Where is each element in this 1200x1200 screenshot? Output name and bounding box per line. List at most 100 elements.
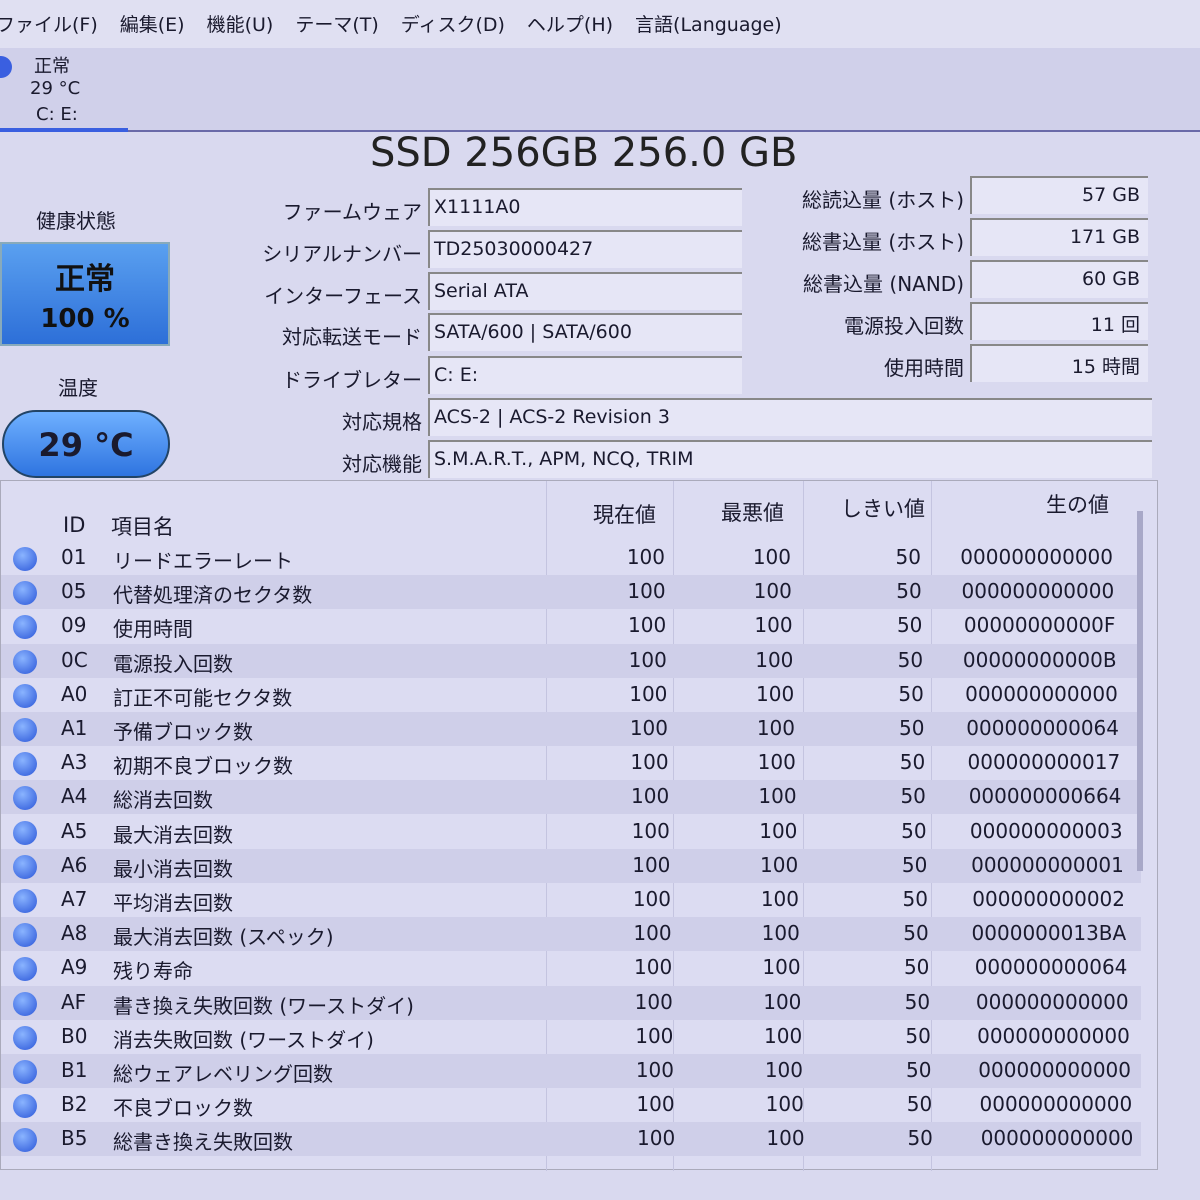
stat-value: 15 時間 xyxy=(970,344,1148,382)
col-header-name[interactable]: 項目名 xyxy=(111,511,174,541)
attr-threshold: 50 xyxy=(906,1058,932,1082)
attr-worst: 100 xyxy=(763,989,802,1014)
smart-table: ID 項目名 現在値 最悪値 しきい値 生の値 01 リードエラーレート 100… xyxy=(0,480,1158,1171)
table-row[interactable]: A6 最小消去回数 100 100 50 000000000001 xyxy=(1,848,1141,883)
attr-id: B5 xyxy=(61,1126,88,1151)
status-dot-icon xyxy=(13,581,37,606)
attr-threshold: 50 xyxy=(905,1023,931,1048)
status-dot-icon xyxy=(13,889,37,913)
attr-worst: 100 xyxy=(760,852,799,877)
attr-threshold: 50 xyxy=(907,1126,933,1151)
table-row[interactable]: A4 総消去回数 100 100 50 000000000664 xyxy=(1,780,1141,815)
info-value: X1111A0 xyxy=(428,188,742,226)
attr-id: A5 xyxy=(61,818,88,843)
menu-theme[interactable]: テーマ(T) xyxy=(295,10,378,48)
col-header-raw[interactable]: 生の値 xyxy=(1046,489,1109,519)
status-dot-icon xyxy=(13,854,37,879)
attr-id: 09 xyxy=(61,613,87,638)
stat-value: 11 回 xyxy=(970,302,1148,340)
table-row[interactable]: 01 リードエラーレート 100 100 50 000000000000 xyxy=(1,541,1141,575)
stat-value: 171 GB xyxy=(970,218,1148,256)
attr-current: 100 xyxy=(635,1058,674,1082)
table-row[interactable]: A7 平均消去回数 100 100 50 000000000002 xyxy=(1,883,1141,917)
table-row[interactable]: A1 予備ブロック数 100 100 50 000000000064 xyxy=(1,712,1141,746)
attr-current: 100 xyxy=(636,1092,675,1117)
drive-tab-status: 正常 xyxy=(34,56,70,77)
attr-current: 100 xyxy=(632,887,671,911)
menu-file[interactable]: ファイル(F) xyxy=(0,10,98,48)
table-row[interactable]: B0 消去失敗回数 (ワーストダイ) 100 100 50 0000000000… xyxy=(1,1020,1141,1054)
table-row[interactable]: A5 最大消去回数 100 100 50 000000000003 xyxy=(1,815,1141,849)
attr-threshold: 50 xyxy=(903,955,930,980)
menu-help[interactable]: ヘルプ(H) xyxy=(527,10,613,48)
attr-raw: 000000000000 xyxy=(978,1058,1131,1082)
table-row[interactable]: B5 総書き換え失敗回数 100 100 50 000000000000 xyxy=(1,1122,1141,1157)
attr-name: 最大消去回数 xyxy=(113,822,233,847)
status-dot-icon xyxy=(13,718,37,742)
table-row[interactable]: B1 総ウェアレベリング回数 100 100 50 000000000000 xyxy=(1,1054,1141,1088)
col-header-worst[interactable]: 最悪値 xyxy=(721,497,784,527)
scrollbar[interactable] xyxy=(1137,511,1143,871)
table-row[interactable]: A0 訂正不可能セクタ数 100 100 50 000000000000 xyxy=(1,678,1141,712)
attr-id: 05 xyxy=(61,579,87,604)
col-header-threshold[interactable]: しきい値 xyxy=(841,493,925,523)
attr-threshold: 50 xyxy=(896,579,922,604)
stat-value: 60 GB xyxy=(970,260,1148,298)
menu-disk[interactable]: ディスク(D) xyxy=(401,10,505,48)
menu-function[interactable]: 機能(U) xyxy=(207,10,274,48)
drive-tab[interactable]: 正常 29 °C C: E: xyxy=(0,48,1200,132)
table-row[interactable]: A9 残り寿命 100 100 50 000000000064 xyxy=(1,951,1141,985)
attr-worst: 100 xyxy=(753,579,792,604)
col-header-current[interactable]: 現在値 xyxy=(593,499,656,529)
attr-id: A6 xyxy=(61,852,88,877)
attr-raw: 000000000000 xyxy=(980,1126,1134,1151)
table-row[interactable]: A3 初期不良ブロック数 100 100 50 000000000017 xyxy=(1,746,1141,780)
health-status-box[interactable]: 正常 100 % xyxy=(0,242,170,346)
drive-tab-selected-indicator xyxy=(0,128,128,132)
status-dot-icon xyxy=(13,820,37,845)
table-row[interactable]: B2 不良ブロック数 100 100 50 000000000000 xyxy=(1,1088,1141,1122)
attr-threshold: 50 xyxy=(899,750,926,775)
attr-id: 0C xyxy=(61,647,88,672)
attr-threshold: 50 xyxy=(897,647,924,672)
attr-name: 平均消去回数 xyxy=(113,891,233,915)
table-row[interactable]: 05 代替処理済のセクタ数 100 100 50 000000000000 xyxy=(1,575,1141,610)
status-dot-icon xyxy=(13,923,37,948)
drive-tab-letters: C: E: xyxy=(36,104,78,125)
status-dot-icon xyxy=(13,957,37,982)
attr-raw: 000000000001 xyxy=(971,852,1124,877)
attr-id: A1 xyxy=(61,716,88,740)
attr-worst: 100 xyxy=(762,955,801,980)
temperature-label: 温度 xyxy=(58,376,98,400)
attr-current: 100 xyxy=(629,716,668,740)
attr-worst: 100 xyxy=(752,545,791,569)
info-value: ACS-2 | ACS-2 Revision 3 xyxy=(428,398,1152,436)
status-dot-icon xyxy=(13,683,37,708)
col-header-id[interactable]: ID xyxy=(63,513,85,537)
attr-current: 100 xyxy=(634,955,673,980)
attr-name: 残り寿命 xyxy=(113,959,193,984)
attr-current: 100 xyxy=(634,989,673,1014)
attr-worst: 100 xyxy=(761,921,800,946)
attr-name: 訂正不可能セクタ数 xyxy=(113,685,293,710)
status-dot-icon xyxy=(13,547,37,571)
table-row[interactable]: A8 最大消去回数 (スペック) 100 100 50 0000000013BA xyxy=(1,917,1141,952)
drive-title: SSD 256GB 256.0 GB xyxy=(370,130,798,176)
info-value: S.M.A.R.T., APM, NCQ, TRIM xyxy=(428,440,1152,478)
attr-threshold: 50 xyxy=(904,989,931,1014)
attr-raw: 000000000003 xyxy=(969,818,1123,843)
status-dot-icon xyxy=(13,1128,37,1153)
table-row[interactable]: 0C 電源投入回数 100 100 50 00000000000B xyxy=(1,643,1141,678)
table-row[interactable]: 09 使用時間 100 100 50 00000000000F xyxy=(1,609,1141,643)
attr-current: 100 xyxy=(628,647,667,672)
table-row[interactable]: AF 書き換え失敗回数 (ワーストダイ) 100 100 50 00000000… xyxy=(1,985,1141,1020)
menu-language[interactable]: 言語(Language) xyxy=(635,10,782,48)
menu-edit[interactable]: 編集(E) xyxy=(120,10,185,48)
info-label: シリアルナンバー xyxy=(262,242,422,266)
attr-raw: 000000000000 xyxy=(975,989,1129,1014)
status-dot-icon xyxy=(13,752,37,777)
attr-current: 100 xyxy=(635,1023,674,1048)
attr-raw: 000000000000 xyxy=(961,579,1115,604)
attr-id: A7 xyxy=(61,887,88,911)
attr-threshold: 50 xyxy=(901,818,927,843)
